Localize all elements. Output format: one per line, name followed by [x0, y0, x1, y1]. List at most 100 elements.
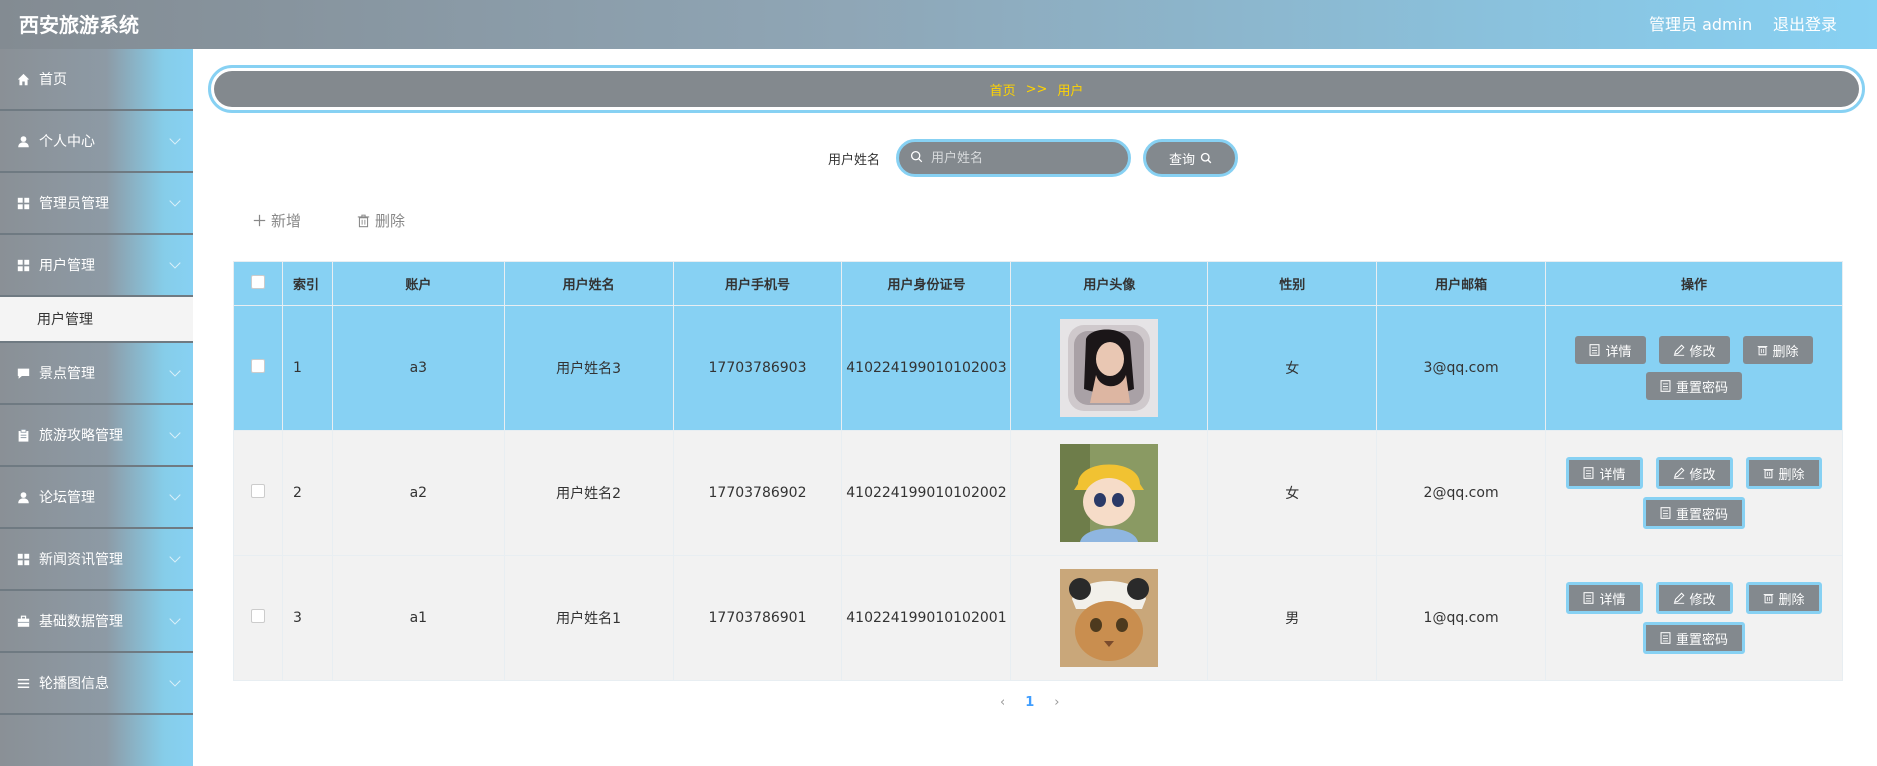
cell-avatar — [1010, 430, 1209, 556]
breadcrumb-home[interactable]: 首页 — [990, 80, 1016, 99]
search-icon — [910, 150, 923, 167]
row-delete-button[interactable]: 删除 — [1745, 582, 1822, 614]
chevron-down-icon — [169, 613, 181, 625]
query-button[interactable]: 查询 — [1143, 139, 1238, 177]
reset-password-button[interactable]: 重置密码 — [1643, 497, 1746, 529]
row-checkbox-cell — [233, 555, 283, 681]
reset-password-button-label: 重置密码 — [1676, 507, 1729, 523]
pencil-icon — [1673, 467, 1685, 479]
cell-gender: 男 — [1207, 555, 1378, 681]
col-header-name: 用户姓名 — [503, 261, 674, 306]
row-checkbox[interactable] — [250, 359, 265, 373]
select-all-cell — [233, 261, 283, 306]
trash-icon — [1757, 344, 1768, 356]
breadcrumb-separator: >> — [1025, 81, 1048, 97]
grid-icon — [16, 258, 30, 272]
grid-icon — [16, 552, 30, 566]
page-number[interactable]: 1 — [1025, 695, 1034, 710]
col-header-avatar: 用户头像 — [1010, 261, 1209, 306]
plus-icon — [253, 214, 266, 227]
breadcrumb: 首页 >> 用户 — [208, 65, 1865, 113]
row-checkbox[interactable] — [250, 484, 265, 498]
row-delete-button-label: 删除 — [1778, 592, 1805, 608]
reset-password-button-label: 重置密码 — [1676, 380, 1729, 396]
row-delete-button-label: 删除 — [1778, 467, 1805, 483]
chevron-down-icon — [169, 195, 181, 207]
document-icon — [1589, 344, 1600, 356]
chevron-down-icon — [169, 257, 181, 269]
cell-account: a1 — [331, 555, 505, 681]
cell-name: 用户姓名1 — [503, 555, 674, 681]
sidebar-item-admin-management[interactable]: 管理员管理 — [0, 173, 193, 235]
select-all-checkbox[interactable] — [250, 274, 265, 289]
table-row[interactable]: 3 a1 用户姓名1 17703786901 41022419901010200… — [233, 555, 1843, 681]
app-title: 西安旅游系统 — [19, 13, 139, 37]
cell-name: 用户姓名2 — [503, 430, 674, 556]
sidebar-item-forum[interactable]: 论坛管理 — [0, 467, 193, 529]
cell-idcard: 410224199010102003 — [841, 305, 1012, 431]
sidebar: 首页 个人中心 管理员管理 用户管理 用户管理 景点管理 旅游攻略管理 论坛管理… — [0, 49, 193, 766]
cell-index: 1 — [281, 305, 333, 431]
submenu-item-user-management[interactable]: 用户管理 — [0, 297, 193, 343]
detail-button-label: 详情 — [1605, 344, 1632, 360]
search-box[interactable] — [896, 139, 1131, 177]
edit-button[interactable]: 修改 — [1655, 457, 1733, 489]
avatar[interactable] — [1060, 319, 1159, 417]
document-icon — [1583, 467, 1594, 479]
row-delete-button[interactable]: 删除 — [1745, 457, 1822, 489]
sidebar-item-basic-data[interactable]: 基础数据管理 — [0, 591, 193, 653]
detail-button-label: 详情 — [1599, 592, 1626, 608]
detail-button[interactable]: 详情 — [1566, 582, 1643, 614]
logout-link[interactable]: 退出登录 — [1773, 11, 1837, 35]
chat-icon — [16, 366, 30, 380]
detail-button[interactable]: 详情 — [1575, 336, 1646, 364]
delete-button[interactable]: 删除 — [357, 210, 405, 231]
reset-password-button[interactable]: 重置密码 — [1646, 372, 1743, 400]
delete-button-label: 删除 — [375, 212, 406, 230]
edit-button[interactable]: 修改 — [1655, 582, 1733, 614]
reset-password-button[interactable]: 重置密码 — [1643, 622, 1746, 654]
sidebar-item-travel-guides[interactable]: 旅游攻略管理 — [0, 405, 193, 467]
document-icon — [1660, 632, 1671, 644]
edit-button-label: 修改 — [1689, 592, 1716, 608]
row-delete-button-label: 删除 — [1772, 344, 1799, 360]
detail-button[interactable]: 详情 — [1566, 457, 1643, 489]
chevron-down-icon — [169, 365, 181, 377]
cell-email: 3@qq.com — [1376, 305, 1547, 431]
trash-icon — [357, 214, 370, 228]
col-header-idcard: 用户身份证号 — [841, 261, 1012, 306]
cell-avatar — [1010, 305, 1209, 431]
user-table: 索引 账户 用户姓名 用户手机号 用户身份证号 用户头像 性别 用户邮箱 操作 … — [233, 261, 1843, 681]
chevron-down-icon — [169, 133, 181, 145]
pencil-icon — [1673, 344, 1685, 356]
sidebar-item-news[interactable]: 新闻资讯管理 — [0, 529, 193, 591]
avatar[interactable] — [1060, 569, 1159, 667]
list-icon — [16, 676, 30, 690]
trash-icon — [1763, 467, 1774, 479]
sidebar-item-carousel[interactable]: 轮播图信息 — [0, 653, 193, 715]
sidebar-item-user-management[interactable]: 用户管理 — [0, 235, 193, 297]
table-row[interactable]: 2 a2 用户姓名2 17703786902 41022419901010200… — [233, 430, 1843, 556]
table-header-row: 索引 账户 用户姓名 用户手机号 用户身份证号 用户头像 性别 用户邮箱 操作 — [233, 261, 1843, 306]
sidebar-item-attractions[interactable]: 景点管理 — [0, 343, 193, 405]
cell-operations: 详情 修改 删除 重置密码 — [1545, 555, 1843, 681]
avatar[interactable] — [1060, 444, 1159, 542]
sidebar-item-personal-center[interactable]: 个人中心 — [0, 111, 193, 173]
home-icon — [16, 72, 30, 86]
user-icon — [16, 490, 30, 504]
search-input[interactable] — [931, 150, 1111, 166]
edit-button[interactable]: 修改 — [1658, 336, 1730, 364]
sidebar-item-home[interactable]: 首页 — [0, 49, 193, 111]
row-checkbox[interactable] — [250, 609, 265, 623]
prev-page-icon[interactable]: ‹ — [1000, 695, 1005, 710]
row-checkbox-cell — [233, 305, 283, 431]
cell-index: 3 — [281, 555, 333, 681]
table-row[interactable]: 1 a3 用户姓名3 17703786903 41022419901010200… — [233, 305, 1843, 431]
add-button[interactable]: 新增 — [253, 210, 301, 231]
cell-account: a3 — [331, 305, 505, 431]
cell-operations: 详情 修改 删除 重置密码 — [1545, 430, 1843, 556]
chevron-down-icon — [169, 551, 181, 563]
search-icon — [1200, 152, 1212, 164]
row-delete-button[interactable]: 删除 — [1742, 336, 1813, 364]
next-page-icon[interactable]: › — [1054, 695, 1059, 710]
